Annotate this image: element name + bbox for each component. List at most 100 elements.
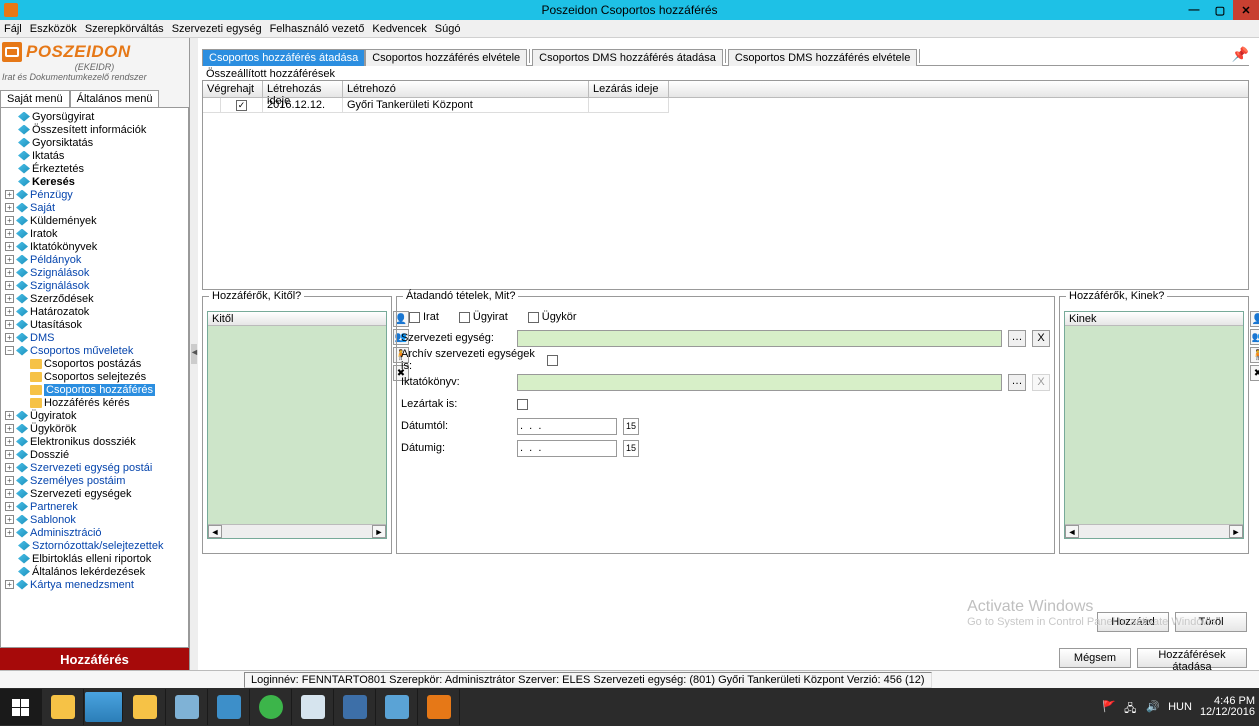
task-app4[interactable] — [292, 689, 334, 725]
scroll-left-icon[interactable]: ◄ — [1065, 525, 1079, 538]
listbox-kitol[interactable]: Kitől ◄► — [207, 311, 387, 539]
tree-szerv-egysegek[interactable]: Szervezeti egységek — [30, 488, 132, 500]
expand-icon[interactable]: + — [5, 281, 14, 290]
tray-sound-icon[interactable]: 🔊 — [1146, 700, 1160, 714]
tree-dosszie[interactable]: Dosszié — [30, 449, 69, 461]
pin-icon[interactable]: 📌 — [1232, 46, 1249, 63]
tab-altalanos-menu[interactable]: Általános menü — [70, 90, 160, 108]
tree-szignalasok1[interactable]: Szignálások — [30, 267, 89, 279]
calendar-datumtol-icon[interactable]: 15 — [623, 418, 639, 435]
tree-csoportos-hozzaferes[interactable]: Csoportos hozzáférés — [44, 384, 155, 396]
add-user-icon[interactable]: 👤 — [1250, 311, 1259, 327]
tree-penzugy[interactable]: Pénzügy — [30, 189, 73, 201]
task-app2[interactable] — [208, 689, 250, 725]
splitter[interactable] — [190, 38, 198, 670]
menu-szervezeti[interactable]: Szervezeti egység — [172, 23, 262, 35]
tray-network-icon[interactable]: 🖧 — [1124, 700, 1138, 714]
menu-eszkozok[interactable]: Eszközök — [30, 23, 77, 35]
input-datumig[interactable] — [517, 440, 617, 457]
expand-icon[interactable]: + — [5, 411, 14, 420]
tab-elvetele[interactable]: Csoportos hozzáférés elvétele — [365, 49, 527, 66]
close-button[interactable]: ✕ — [1233, 0, 1259, 20]
tree-elektronikus[interactable]: Elektronikus dossziék — [30, 436, 136, 448]
expand-icon[interactable]: + — [5, 268, 14, 277]
tree-hozzaferes-keres[interactable]: Hozzáférés kérés — [44, 397, 130, 409]
col-lezaras[interactable]: Lezárás ideje — [589, 81, 669, 97]
tree-sajat[interactable]: Saját — [30, 202, 55, 214]
scroll-right-icon[interactable]: ► — [372, 525, 386, 538]
expand-icon[interactable]: + — [5, 476, 14, 485]
scroll-right-icon[interactable]: ► — [1229, 525, 1243, 538]
tree-kuldemenyek[interactable]: Küldemények — [30, 215, 97, 227]
tree-ugykorok[interactable]: Ügykörök — [30, 423, 76, 435]
expand-icon[interactable]: + — [5, 255, 14, 264]
task-powershell[interactable] — [85, 692, 123, 722]
tree-gyorsiktatas[interactable]: Gyorsiktatás — [32, 137, 93, 149]
chk-irat[interactable] — [409, 312, 420, 323]
lookup-szerv-button[interactable]: … — [1008, 330, 1026, 347]
chk-archiv[interactable] — [547, 355, 558, 366]
chk-lezartak[interactable] — [517, 399, 528, 410]
tree-admin[interactable]: Adminisztráció — [30, 527, 102, 539]
tree-ugyiratok[interactable]: Ügyiratok — [30, 410, 76, 422]
expand-icon[interactable]: + — [5, 216, 14, 225]
menu-felhasznalo[interactable]: Felhasználó vezető — [270, 23, 365, 35]
task-poszeidon[interactable] — [418, 689, 460, 725]
lookup-iktato-button[interactable]: … — [1008, 374, 1026, 391]
tree-csoportos-postazas[interactable]: Csoportos postázás — [44, 358, 141, 370]
tab-atadasa[interactable]: Csoportos hozzáférés átadása — [202, 49, 365, 66]
tree-partnerek[interactable]: Partnerek — [30, 501, 78, 513]
minimize-button[interactable]: — — [1181, 0, 1207, 20]
menu-sugo[interactable]: Súgó — [435, 23, 461, 35]
tree-szerv-postai[interactable]: Szervezeti egység postái — [30, 462, 152, 474]
menu-szerepkor[interactable]: Szerepkörváltás — [85, 23, 164, 35]
expand-icon[interactable]: + — [5, 450, 14, 459]
tray-lang[interactable]: HUN — [1168, 701, 1192, 713]
torol-button[interactable]: Töröl — [1175, 612, 1247, 632]
atadas-button[interactable]: Hozzáférések átadása — [1137, 648, 1247, 668]
hozzaad-button[interactable]: Hozzáad — [1097, 612, 1169, 632]
col-letrehozo[interactable]: Létrehozó — [343, 81, 589, 97]
tree-iratok[interactable]: Iratok — [30, 228, 58, 240]
input-iktato[interactable] — [517, 374, 1002, 391]
tab-sajat-menu[interactable]: Saját menü — [0, 90, 70, 108]
tree-csoportos-selejtezes[interactable]: Csoportos selejtezés — [44, 371, 146, 383]
task-app6[interactable] — [376, 689, 418, 725]
tree-altalanos-lek[interactable]: Általános lekérdezések — [32, 566, 145, 578]
menu-kedvencek[interactable]: Kedvencek — [372, 23, 426, 35]
tree-osszesitett[interactable]: Összesített információk — [32, 124, 146, 136]
expand-icon[interactable]: + — [5, 515, 14, 524]
tree-iktatokonyvek[interactable]: Iktatókönyvek — [30, 241, 97, 253]
expand-icon[interactable]: + — [5, 502, 14, 511]
tray-clock[interactable]: 4:46 PM 12/12/2016 — [1200, 696, 1255, 718]
tray-flag-icon[interactable]: 🚩 — [1102, 700, 1116, 714]
input-datumtol[interactable] — [517, 418, 617, 435]
chk-ugyirat[interactable] — [459, 312, 470, 323]
menu-fajl[interactable]: Fájl — [4, 23, 22, 35]
tree-csoportos-muveletek[interactable]: Csoportos műveletek — [30, 345, 133, 357]
task-explorer[interactable] — [42, 689, 84, 725]
calendar-datumig-icon[interactable]: 15 — [623, 440, 639, 457]
col-vegrehajt[interactable]: Végrehajt — [203, 81, 263, 97]
expand-icon[interactable]: + — [5, 190, 14, 199]
input-szervezeti[interactable] — [517, 330, 1002, 347]
expand-icon[interactable]: + — [5, 489, 14, 498]
expand-icon[interactable]: + — [5, 229, 14, 238]
clear-szerv-button[interactable]: X — [1032, 330, 1050, 347]
tree-kartya[interactable]: Kártya menedzsment — [30, 579, 134, 591]
expand-icon[interactable]: + — [5, 242, 14, 251]
tree-peldanyok[interactable]: Példányok — [30, 254, 81, 266]
listbox-kinek[interactable]: Kinek ◄► — [1064, 311, 1244, 539]
tree-szemelyes[interactable]: Személyes postáim — [30, 475, 125, 487]
collapse-icon[interactable]: − — [5, 346, 14, 355]
tree-gyorsugyirat[interactable]: Gyorsügyirat — [32, 111, 94, 123]
tree-kereses[interactable]: Keresés — [32, 176, 75, 188]
expand-icon[interactable]: + — [5, 528, 14, 537]
col-letrehozas[interactable]: Létrehozás ideje — [263, 81, 343, 97]
tree-iktatas[interactable]: Iktatás — [32, 150, 64, 162]
expand-icon[interactable]: + — [5, 320, 14, 329]
expand-icon[interactable]: + — [5, 294, 14, 303]
maximize-button[interactable]: ▢ — [1207, 0, 1233, 20]
tree-erkeztetes[interactable]: Érkeztetés — [32, 163, 84, 175]
task-folder[interactable] — [124, 689, 166, 725]
